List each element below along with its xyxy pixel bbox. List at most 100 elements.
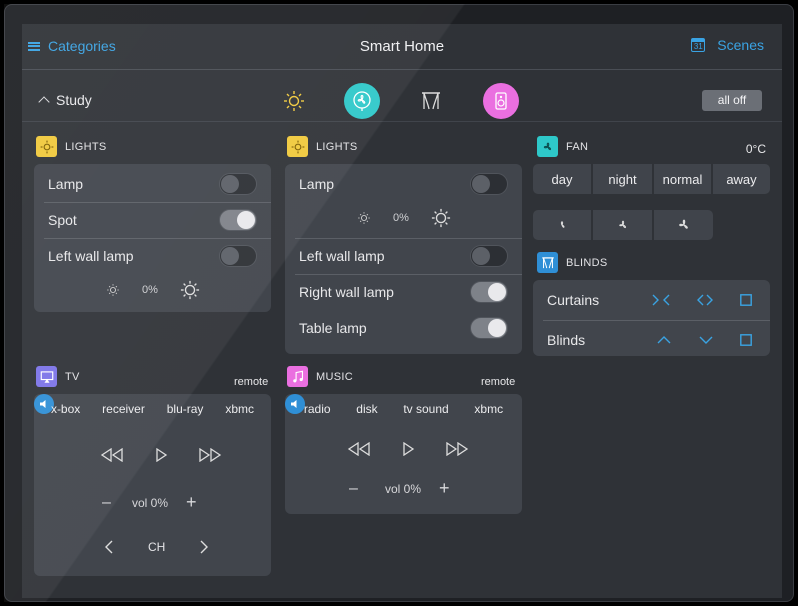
volume-down-icon[interactable]: – xyxy=(102,494,122,512)
fan-icon xyxy=(353,91,371,111)
speaker-icon xyxy=(495,92,507,110)
fan-medium-icon[interactable] xyxy=(593,210,652,240)
sun-icon xyxy=(284,91,304,111)
music-card: radio disk tv sound xbmc – vol 0% + xyxy=(285,394,522,514)
filter-blinds[interactable] xyxy=(413,83,449,119)
source-option[interactable]: xbmc xyxy=(474,402,503,416)
light-label: Right wall lamp xyxy=(299,284,394,300)
blinds-up-icon[interactable] xyxy=(656,334,672,346)
fan-mode-night[interactable]: night xyxy=(593,164,652,194)
top-bar: Categories Smart Home 31 Scenes xyxy=(22,24,782,70)
tv-icon xyxy=(40,370,53,383)
lights-badge xyxy=(36,136,57,157)
calendar-icon: 31 xyxy=(691,38,706,52)
sun-icon xyxy=(291,140,304,153)
tv-volume: – vol 0% + xyxy=(102,492,197,513)
filter-fan[interactable] xyxy=(344,83,380,119)
light-row: Right wall lamp xyxy=(285,274,522,310)
volume-value: vol 0% xyxy=(385,481,422,496)
source-option[interactable]: x-box xyxy=(51,402,80,416)
fast-forward-icon[interactable] xyxy=(198,448,222,462)
dim-up-icon[interactable] xyxy=(431,208,451,228)
open-curtains-icon[interactable] xyxy=(696,294,714,306)
light-row: Lamp xyxy=(34,166,271,202)
app-screen: Categories Smart Home 31 Scenes Study al… xyxy=(22,24,782,598)
tv-card: x-box receiver blu-ray xbmc – vol 0% + C… xyxy=(34,394,271,576)
rewind-icon[interactable] xyxy=(100,448,124,462)
music-sources: radio disk tv sound xbmc xyxy=(285,402,522,416)
blinds-row: Blinds xyxy=(533,320,770,360)
dim-up-icon[interactable] xyxy=(180,280,200,300)
volume-up-icon[interactable]: + xyxy=(439,478,450,499)
blinds-row-label: Curtains xyxy=(547,292,600,308)
scenes-button[interactable]: 31 Scenes xyxy=(691,37,764,53)
light-label: Lamp xyxy=(48,176,84,192)
close-curtains-icon[interactable] xyxy=(652,294,670,306)
light-toggle[interactable] xyxy=(470,245,508,267)
dimmer: 0% xyxy=(106,280,200,300)
source-option[interactable]: blu-ray xyxy=(167,402,204,416)
filter-music[interactable] xyxy=(483,83,519,119)
fan-mode-normal[interactable]: normal xyxy=(654,164,711,194)
fan-high-icon[interactable] xyxy=(654,210,713,240)
fan-low-icon[interactable] xyxy=(533,210,591,240)
blind-controls xyxy=(656,334,752,346)
stop-icon[interactable] xyxy=(740,334,752,346)
channel-control: CH xyxy=(104,540,209,554)
music-volume: – vol 0% + xyxy=(349,478,450,499)
filter-lights[interactable] xyxy=(276,83,312,119)
lights-widget-header-2: LIGHTS xyxy=(287,136,358,157)
play-icon[interactable] xyxy=(154,448,168,462)
room-toggle[interactable]: Study xyxy=(38,92,92,108)
blinds-row-label: Blinds xyxy=(547,332,586,348)
source-option[interactable]: receiver xyxy=(102,402,145,416)
light-label: Spot xyxy=(48,212,77,228)
stop-icon[interactable] xyxy=(740,294,752,306)
dim-down-icon[interactable] xyxy=(106,283,120,297)
lights-card: Lamp Spot Left wall lamp 0% xyxy=(34,164,271,312)
blinds-row: Curtains xyxy=(533,280,770,320)
play-icon[interactable] xyxy=(401,442,415,456)
lights-title: LIGHTS xyxy=(316,140,358,153)
fan-mode-day[interactable]: day xyxy=(533,164,591,194)
light-row: Spot xyxy=(34,202,271,238)
music-note-icon xyxy=(292,370,303,382)
light-label: Table lamp xyxy=(299,320,367,336)
room-bar: Study all off xyxy=(22,80,782,122)
fan-mode-selector: day night normal away xyxy=(533,164,770,194)
all-off-button[interactable]: all off xyxy=(702,90,762,111)
dim-down-icon[interactable] xyxy=(357,211,371,225)
volume-up-icon[interactable]: + xyxy=(186,492,197,513)
dim-value: 0% xyxy=(142,284,158,296)
blinds-down-icon[interactable] xyxy=(698,334,714,346)
light-toggle[interactable] xyxy=(219,209,257,231)
lights-title: LIGHTS xyxy=(65,140,107,153)
fan-icon xyxy=(543,142,551,150)
fan-title: FAN xyxy=(566,140,589,153)
rewind-icon[interactable] xyxy=(347,442,371,456)
channel-up-icon[interactable] xyxy=(199,540,209,554)
light-toggle[interactable] xyxy=(470,281,508,303)
music-remote-link[interactable]: remote xyxy=(481,376,515,388)
volume-down-icon[interactable]: – xyxy=(349,480,369,498)
blinds-title: BLINDS xyxy=(566,256,608,269)
light-toggle[interactable] xyxy=(219,245,257,267)
page-title: Smart Home xyxy=(359,38,445,55)
fan-badge xyxy=(537,136,558,157)
source-option[interactable]: radio xyxy=(304,402,331,416)
source-option[interactable]: tv sound xyxy=(403,402,448,416)
source-option[interactable]: disk xyxy=(356,402,377,416)
light-label: Left wall lamp xyxy=(48,248,134,264)
fan-mode-away[interactable]: away xyxy=(713,164,770,194)
source-option[interactable]: xbmc xyxy=(225,402,254,416)
light-toggle[interactable] xyxy=(470,173,508,195)
dim-value: 0% xyxy=(393,212,409,224)
fast-forward-icon[interactable] xyxy=(445,442,469,456)
blinds-widget-header: BLINDS xyxy=(537,252,608,273)
tv-remote-link[interactable]: remote xyxy=(234,376,268,388)
tv-badge xyxy=(36,366,57,387)
music-widget-header: MUSIC xyxy=(287,366,353,387)
light-toggle[interactable] xyxy=(219,173,257,195)
light-toggle[interactable] xyxy=(470,317,508,339)
channel-down-icon[interactable] xyxy=(104,540,114,554)
